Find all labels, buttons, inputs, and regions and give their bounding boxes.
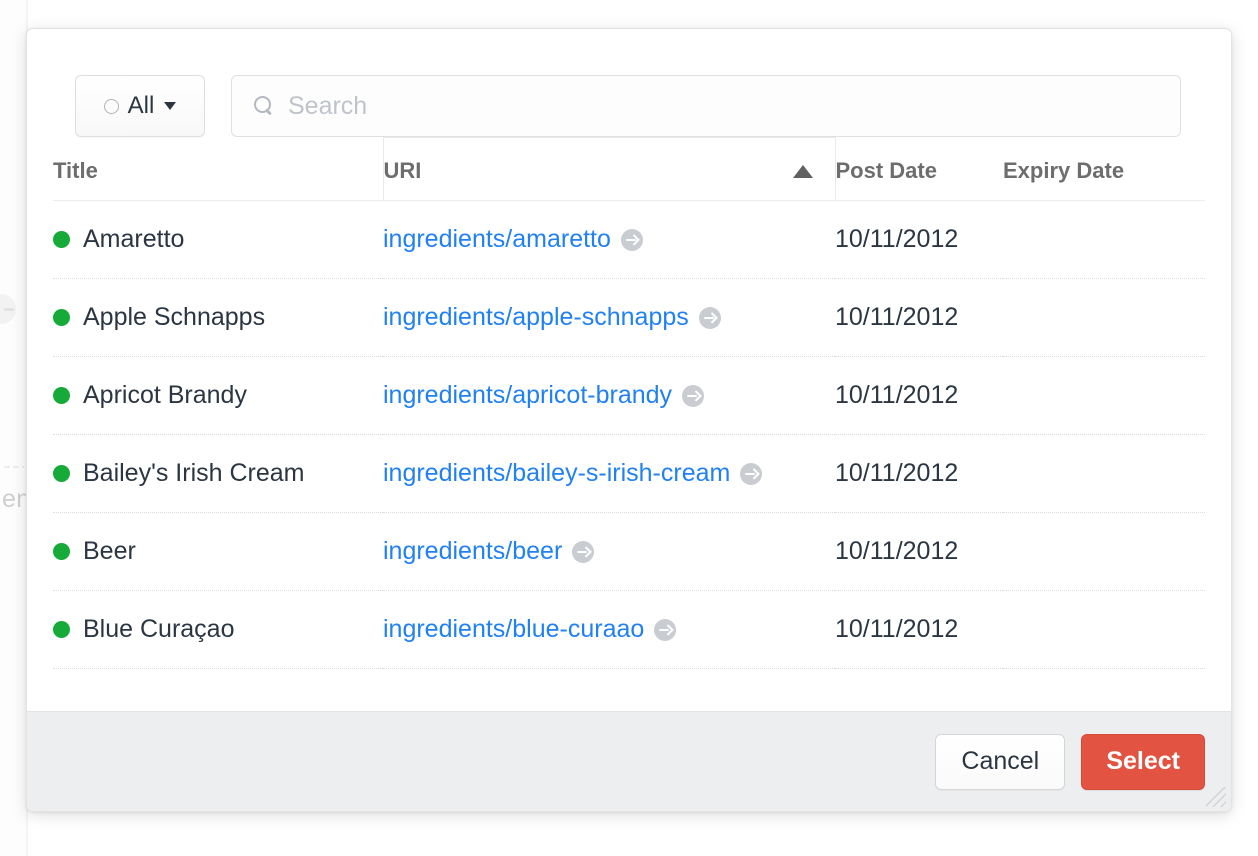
column-header-post-date-label: Post Date [836,158,937,183]
entry-selector-modal: All Title URI [26,28,1232,812]
status-dot-icon [53,387,70,404]
arrow-circle-right-icon[interactable] [682,385,704,407]
status-dot-icon [53,621,70,638]
status-dot-icon [53,309,70,326]
radio-circle-icon [104,99,119,114]
status-dot-icon [53,543,70,560]
table-header-row: Title URI Post Date Expiry Date [53,138,1205,201]
entry-uri-link[interactable]: ingredients/apple-schnapps [383,303,689,332]
background-sidebar-strip [0,0,26,856]
cell-title: Apricot Brandy [53,357,383,435]
cell-title: Amaretto [53,201,383,279]
cell-title: Beer [53,513,383,591]
cell-expiry-date [1003,279,1205,357]
column-header-uri[interactable]: URI [383,138,835,201]
entry-uri-link[interactable]: ingredients/amaretto [383,225,611,254]
triangle-up-icon [793,165,813,178]
background-dashes [4,466,24,468]
cell-post-date: 10/11/2012 [835,357,1003,435]
entry-title: Beer [83,537,136,566]
modal-toolbar: All [27,29,1231,137]
entry-title: Blue Curaçao [83,615,234,644]
entry-uri-link[interactable]: ingredients/bailey-s-irish-cream [383,459,730,488]
entry-uri-link[interactable]: ingredients/apricot-brandy [383,381,672,410]
chevron-down-icon [164,102,176,110]
table-row[interactable]: Apple Schnapps ingredients/apple-schnapp… [53,279,1205,357]
cell-post-date: 10/11/2012 [835,591,1003,669]
column-header-expiry-date[interactable]: Expiry Date [1003,138,1205,201]
cell-expiry-date [1003,201,1205,279]
entries-table: Title URI Post Date Expiry Date [53,137,1205,669]
search-field-wrapper[interactable] [231,75,1181,137]
cell-post-date: 10/11/2012 [835,201,1003,279]
column-header-post-date[interactable]: Post Date [835,138,1003,201]
entry-uri-link[interactable]: ingredients/beer [383,537,562,566]
entry-post-date: 10/11/2012 [835,537,958,565]
cell-title: Apple Schnapps [53,279,383,357]
column-header-expiry-date-label: Expiry Date [1003,158,1124,183]
column-header-uri-label: URI [384,158,422,184]
cell-title: Blue Curaçao [53,591,383,669]
table-row[interactable]: Bailey's Irish Cream ingredients/bailey-… [53,435,1205,513]
cell-expiry-date [1003,357,1205,435]
status-dot-icon [53,465,70,482]
arrow-circle-right-icon[interactable] [740,463,762,485]
table-row[interactable]: Amaretto ingredients/amaretto 10/11/2012 [53,201,1205,279]
entry-post-date: 10/11/2012 [835,303,958,331]
entry-post-date: 10/11/2012 [835,615,958,643]
filter-dropdown-label: All [128,92,155,120]
arrow-circle-right-icon[interactable] [621,229,643,251]
entries-table-area: Title URI Post Date Expiry Date [27,137,1231,711]
entry-post-date: 10/11/2012 [835,381,958,409]
cell-uri: ingredients/amaretto [383,201,835,279]
cell-expiry-date [1003,591,1205,669]
cell-uri: ingredients/bailey-s-irish-cream [383,435,835,513]
entries-table-body: Amaretto ingredients/amaretto 10/11/2012 [53,201,1205,669]
status-dot-icon [53,231,70,248]
resize-grip-icon[interactable] [1206,787,1226,807]
cell-post-date: 10/11/2012 [835,435,1003,513]
arrow-circle-right-icon[interactable] [699,307,721,329]
entries-table-head: Title URI Post Date Expiry Date [53,138,1205,201]
entry-title: Amaretto [83,225,184,254]
entry-title: Apricot Brandy [83,381,247,410]
cell-expiry-date [1003,513,1205,591]
column-header-title-label: Title [53,158,98,183]
select-button[interactable]: Select [1081,734,1205,790]
table-row[interactable]: Beer ingredients/beer 10/11/2012 [53,513,1205,591]
table-row[interactable]: Blue Curaçao ingredients/blue-curaao 10/… [53,591,1205,669]
cell-post-date: 10/11/2012 [835,513,1003,591]
cell-title: Bailey's Irish Cream [53,435,383,513]
entry-post-date: 10/11/2012 [835,225,958,253]
cell-uri: ingredients/blue-curaao [383,591,835,669]
filter-dropdown-all[interactable]: All [75,75,205,137]
table-row[interactable]: Apricot Brandy ingredients/apricot-brand… [53,357,1205,435]
search-icon [254,96,274,116]
entry-uri-link[interactable]: ingredients/blue-curaao [383,615,644,644]
entry-title: Apple Schnapps [83,303,265,332]
cancel-button[interactable]: Cancel [935,734,1065,790]
search-input[interactable] [288,92,1164,121]
cell-uri: ingredients/apricot-brandy [383,357,835,435]
cell-uri: ingredients/apple-schnapps [383,279,835,357]
column-header-title[interactable]: Title [53,138,383,201]
cell-expiry-date [1003,435,1205,513]
entry-post-date: 10/11/2012 [835,459,958,487]
arrow-circle-right-icon[interactable] [572,541,594,563]
cell-uri: ingredients/beer [383,513,835,591]
entry-title: Bailey's Irish Cream [83,459,305,488]
cell-post-date: 10/11/2012 [835,279,1003,357]
modal-footer: Cancel Select [27,711,1231,811]
arrow-circle-right-icon[interactable] [654,619,676,641]
